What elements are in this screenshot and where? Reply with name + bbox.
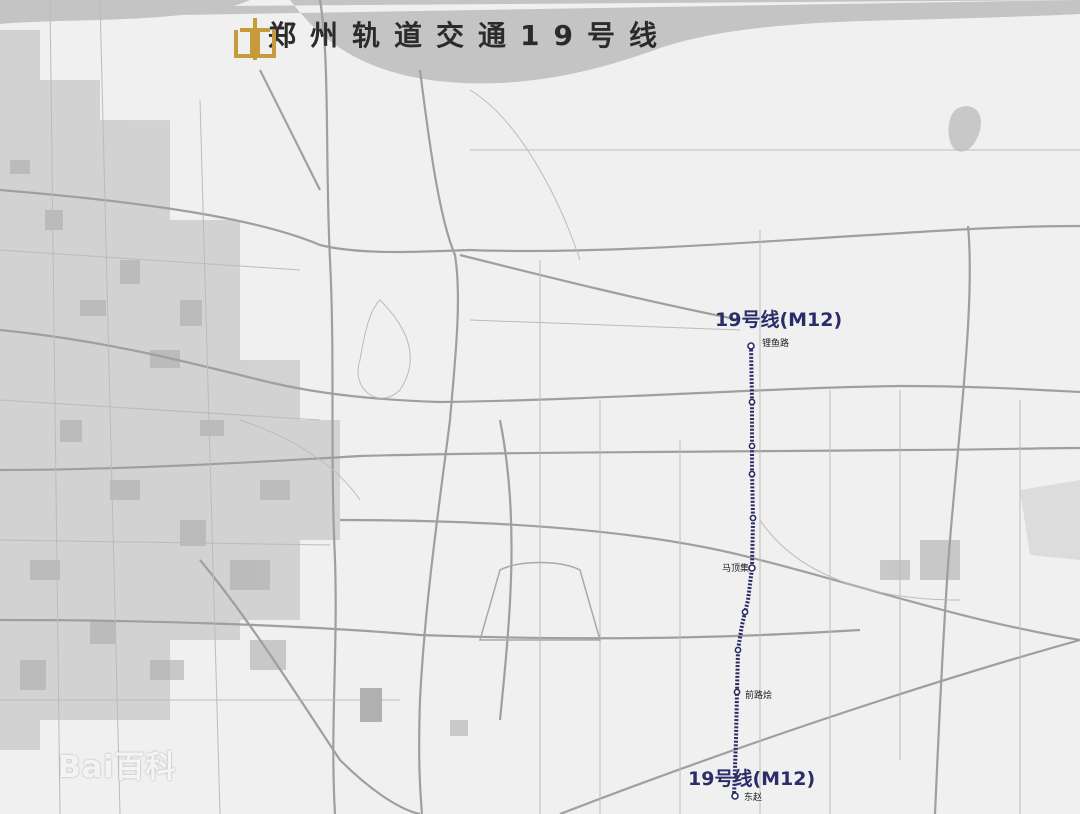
station-dot[interactable]: [748, 442, 756, 450]
station-south-terminal[interactable]: [731, 792, 739, 800]
station-middle[interactable]: [748, 564, 756, 572]
station-south-mid[interactable]: [733, 688, 741, 696]
station-dot[interactable]: [748, 398, 756, 406]
line-label-bottom: 19号线(M12): [688, 768, 816, 790]
station-label-south-mid: 前路烩: [745, 691, 773, 701]
line-label-top: 19号线(M12): [715, 309, 843, 331]
station-label-middle: 马顶集: [722, 564, 750, 574]
lake: [948, 106, 981, 152]
station-dot[interactable]: [749, 514, 757, 522]
zhengzhou-metro-logo-icon: [234, 18, 276, 60]
station-dot[interactable]: [748, 470, 756, 478]
map-canvas[interactable]: 郑州轨道交通19号线 19号线(M12) 19号线(M12) 锂鱼路 马顶集 前…: [0, 0, 1080, 814]
station-label-north: 锂鱼路: [762, 339, 790, 349]
station-dot[interactable]: [741, 608, 749, 616]
station-dot[interactable]: [734, 646, 742, 654]
station-north-terminal[interactable]: [747, 342, 755, 350]
urban-area: [0, 30, 340, 750]
base-map: [0, 0, 1080, 814]
page-title: 郑州轨道交通19号线: [268, 19, 671, 52]
station-label-south: 东赵: [744, 793, 763, 803]
park-block: [360, 688, 382, 722]
map-title: 郑州轨道交通19号线: [232, 14, 671, 60]
baidu-watermark: Bai百科: [58, 750, 177, 785]
east-patch: [1020, 480, 1080, 560]
